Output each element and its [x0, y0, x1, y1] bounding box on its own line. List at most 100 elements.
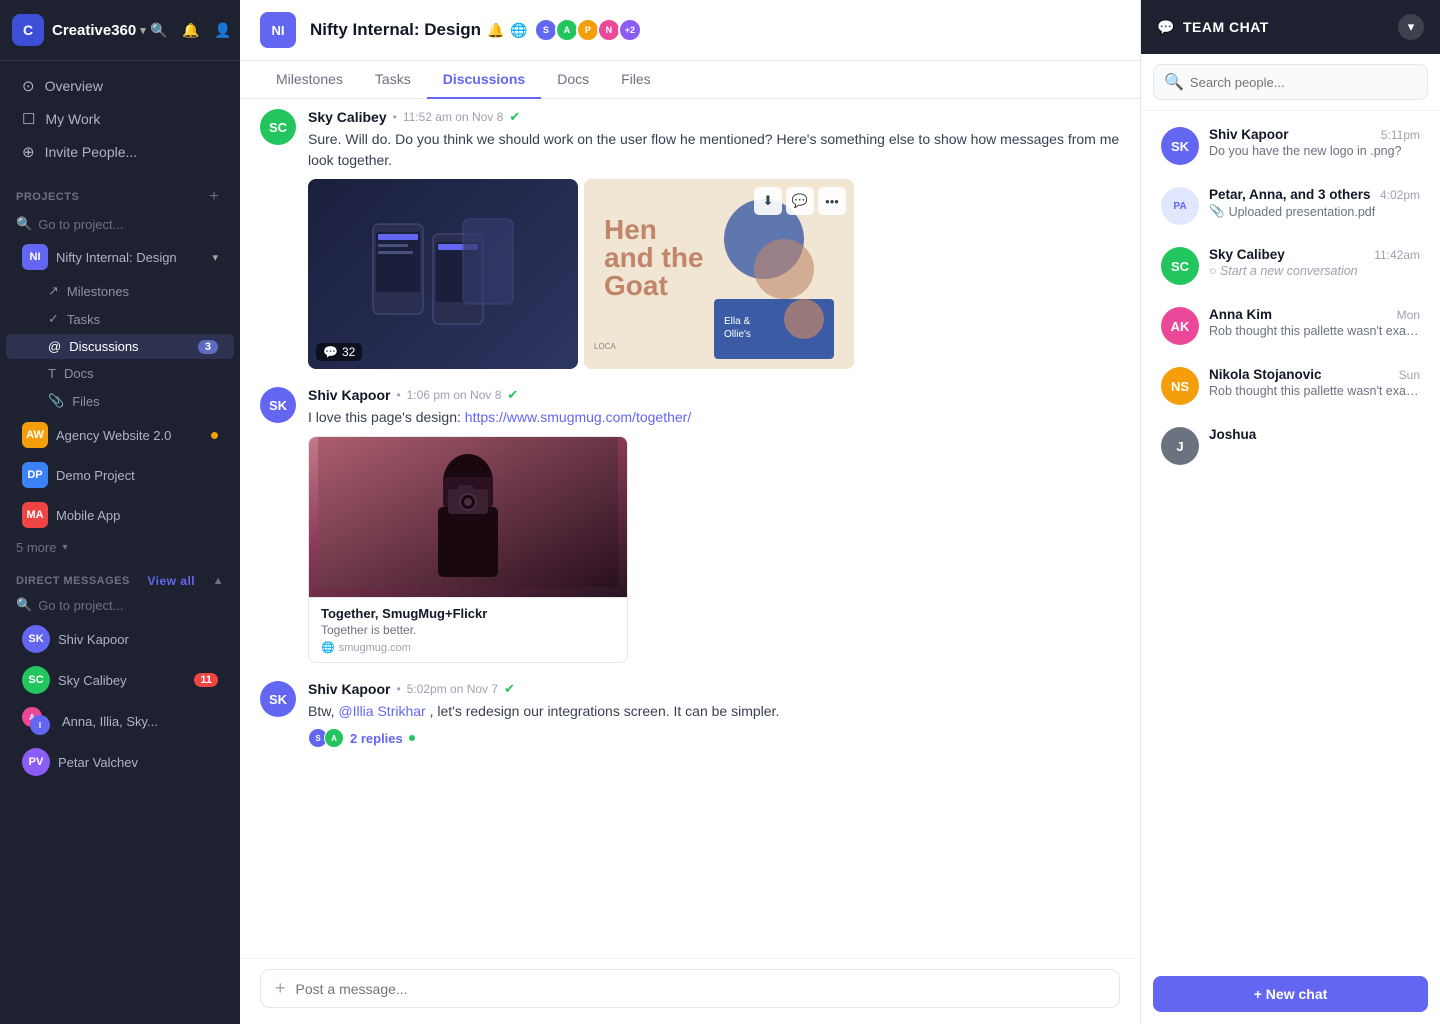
chevron-down-icon-more: ▾ [62, 542, 67, 553]
more-projects[interactable]: 5 more ▾ [0, 535, 240, 560]
dm-item-group[interactable]: A I Anna, Illia, Sky... [6, 701, 234, 741]
dm-conversation-sky[interactable]: SC Sky Calibey 11:42am ○ Start a new con… [1147, 237, 1434, 295]
team-chat-panel: 💬 TEAM CHAT ▾ 🔍 SK Shiv Kapoor 5:11pm Do… [1140, 0, 1440, 1024]
dm-conversation-anna[interactable]: AK Anna Kim Mon Rob thought this pallett… [1147, 297, 1434, 355]
nav-tabs: Milestones Tasks Discussions Docs Files [240, 61, 1140, 99]
message-input-wrapper: + [260, 969, 1120, 1008]
image-thumb-2: Hen and the Goat Ella & Ollie's LOCA [584, 179, 854, 369]
verified-icon-3: ✔ [504, 681, 515, 697]
sidebar-item-overview[interactable]: ⊙ Overview [6, 70, 234, 102]
svg-text:Hen: Hen [604, 214, 657, 245]
add-project-button[interactable]: + [204, 187, 224, 207]
svg-text:and the: and the [604, 242, 704, 273]
link-preview: Together, SmugMug+Flickr Together is bet… [308, 436, 628, 663]
sub-nav-tasks[interactable]: ✓ Tasks [6, 306, 234, 332]
conv-avatar-sky: SC [1161, 247, 1199, 285]
link-preview-desc: Together is better. [321, 623, 615, 637]
message-row-3: SK Shiv Kapoor • 5:02pm on Nov 7 ✔ Btw, … [260, 681, 1120, 748]
sub-nav-docs[interactable]: T Docs [6, 361, 234, 386]
team-chat-collapse-button[interactable]: ▾ [1398, 14, 1424, 40]
tab-files[interactable]: Files [605, 61, 667, 99]
project-badge-ma: MA [22, 502, 48, 528]
dm-conversation-nikola[interactable]: NS Nikola Stojanovic Sun Rob thought thi… [1147, 357, 1434, 415]
sub-nav-files[interactable]: 📎 Files [6, 388, 234, 414]
header-avatars: S A P N +2 [534, 18, 642, 42]
msg-avatar-shiv-1: SK [260, 387, 296, 423]
message-row: SC Sky Calibey • 11:52 am on Nov 8 ✔ Sur… [260, 109, 1120, 369]
milestones-icon: ↗ [48, 283, 59, 299]
sub-nav-discussions[interactable]: @ Discussions 3 [6, 334, 234, 359]
logo-area[interactable]: C Creative360 ▾ [12, 14, 146, 46]
chevron-down-icon: ▾ [212, 251, 218, 264]
msg-text-2: I love this page's design: https://www.s… [308, 407, 1120, 428]
globe-icon: 🌐 [510, 22, 527, 39]
view-all-dm[interactable]: View all [147, 574, 195, 588]
header-project-title: Nifty Internal: Design 🔔 🌐 S A P N +2 [310, 18, 642, 42]
project-badge-aw: AW [22, 422, 48, 448]
search-people-icon: 🔍 [1164, 72, 1184, 92]
conv-preview-file: 📎 Uploaded presentation.pdf [1209, 204, 1420, 219]
dm-item-petar[interactable]: PV Petar Valchev [6, 742, 234, 782]
conv-avatar-group: PA [1161, 187, 1199, 225]
mention-link[interactable]: @Illia Strikhar [338, 703, 425, 719]
conversations-list: SK Shiv Kapoor 5:11pm Do you have the ne… [1141, 111, 1440, 976]
conv-avatar-shiv: SK [1161, 127, 1199, 165]
add-attachment-icon[interactable]: + [275, 978, 286, 999]
dm-item-shiv[interactable]: SK Shiv Kapoor [6, 619, 234, 659]
chat-bubble-icon: 💬 [1157, 19, 1175, 36]
msg-content-3: Shiv Kapoor • 5:02pm on Nov 7 ✔ Btw, @Il… [308, 681, 1120, 748]
search-icon[interactable]: 🔍 [146, 17, 172, 43]
tab-discussions[interactable]: Discussions [427, 61, 541, 99]
sidebar-nav: ⊙ Overview ☐ My Work ⊕ Invite People... [0, 61, 240, 177]
svg-text:Ella &: Ella & [724, 316, 750, 327]
dm-conversation-joshua[interactable]: J Joshua [1147, 417, 1434, 475]
dm-conversation-group[interactable]: PA Petar, Anna, and 3 others 4:02pm 📎 Up… [1147, 177, 1434, 235]
sidebar-item-invite[interactable]: ⊕ Invite People... [6, 136, 234, 168]
tab-tasks[interactable]: Tasks [359, 61, 427, 99]
avatar-icon[interactable]: 👤 [210, 17, 236, 43]
dm-conversation-shiv[interactable]: SK Shiv Kapoor 5:11pm Do you have the ne… [1147, 117, 1434, 175]
team-chat-header: 💬 TEAM CHAT ▾ [1141, 0, 1440, 54]
project-item-ni[interactable]: NI Nifty Internal: Design ▾ [6, 238, 234, 276]
header-title-area: Nifty Internal: Design 🔔 🌐 S A P N +2 [310, 18, 642, 42]
sub-nav-milestones[interactable]: ↗ Milestones [6, 278, 234, 304]
dm-avatar-group: A I [22, 707, 50, 735]
more-icon[interactable]: ••• [818, 187, 846, 215]
dm-avatar-shiv: SK [22, 625, 50, 653]
replies-row: S A 2 replies [308, 728, 1120, 748]
search-people-input[interactable] [1190, 75, 1417, 90]
image-action-bar: ⬇ 💬 ••• [754, 187, 846, 215]
link-preview-body: Together, SmugMug+Flickr Together is bet… [309, 597, 627, 662]
project-item-ma[interactable]: MA Mobile App [6, 496, 234, 534]
new-chat-button[interactable]: + New chat [1153, 976, 1428, 1012]
comment-icon[interactable]: 💬 [786, 187, 814, 215]
download-icon[interactable]: ⬇ [754, 187, 782, 215]
reply-count[interactable]: 2 replies [350, 731, 403, 746]
msg-meta-2: Shiv Kapoor • 1:06 pm on Nov 8 ✔ [308, 387, 1120, 403]
project-badge-dp: DP [22, 462, 48, 488]
project-item-dp[interactable]: DP Demo Project [6, 456, 234, 494]
link-preview-image [309, 437, 627, 597]
msg-content-1: Sky Calibey • 11:52 am on Nov 8 ✔ Sure. … [308, 109, 1120, 369]
dm-section: DIRECT MESSAGES View all ▲ 🔍 Go to proje… [0, 560, 240, 793]
tab-docs[interactable]: Docs [541, 61, 605, 99]
dm-item-sky[interactable]: SC Sky Calibey 11 [6, 660, 234, 700]
smugmug-link[interactable]: https://www.smugmug.com/together/ [465, 409, 691, 425]
msg-text-1: Sure. Will do. Do you think we should wo… [308, 129, 1120, 171]
discussions-icon: @ [48, 339, 61, 354]
project-item-aw[interactable]: AW Agency Website 2.0 [6, 416, 234, 454]
msg-content-2: Shiv Kapoor • 1:06 pm on Nov 8 ✔ I love … [308, 387, 1120, 663]
discussions-badge: 3 [198, 340, 218, 354]
sidebar-item-mywork[interactable]: ☐ My Work [6, 103, 234, 135]
dm-search[interactable]: 🔍 Go to project... [0, 592, 240, 618]
tab-milestones[interactable]: Milestones [260, 61, 359, 99]
conv-avatar-joshua: J [1161, 427, 1199, 465]
svg-text:Ollie's: Ollie's [724, 329, 751, 340]
reply-avatars: S A [308, 728, 344, 748]
notification-icon[interactable]: 🔔 [178, 17, 204, 43]
project-search[interactable]: 🔍 Go to project... [0, 211, 240, 237]
bell-icon: 🔔 [487, 22, 504, 39]
invite-icon: ⊕ [22, 143, 35, 161]
message-input[interactable] [296, 981, 1105, 997]
avatar-extra: +2 [618, 18, 642, 42]
